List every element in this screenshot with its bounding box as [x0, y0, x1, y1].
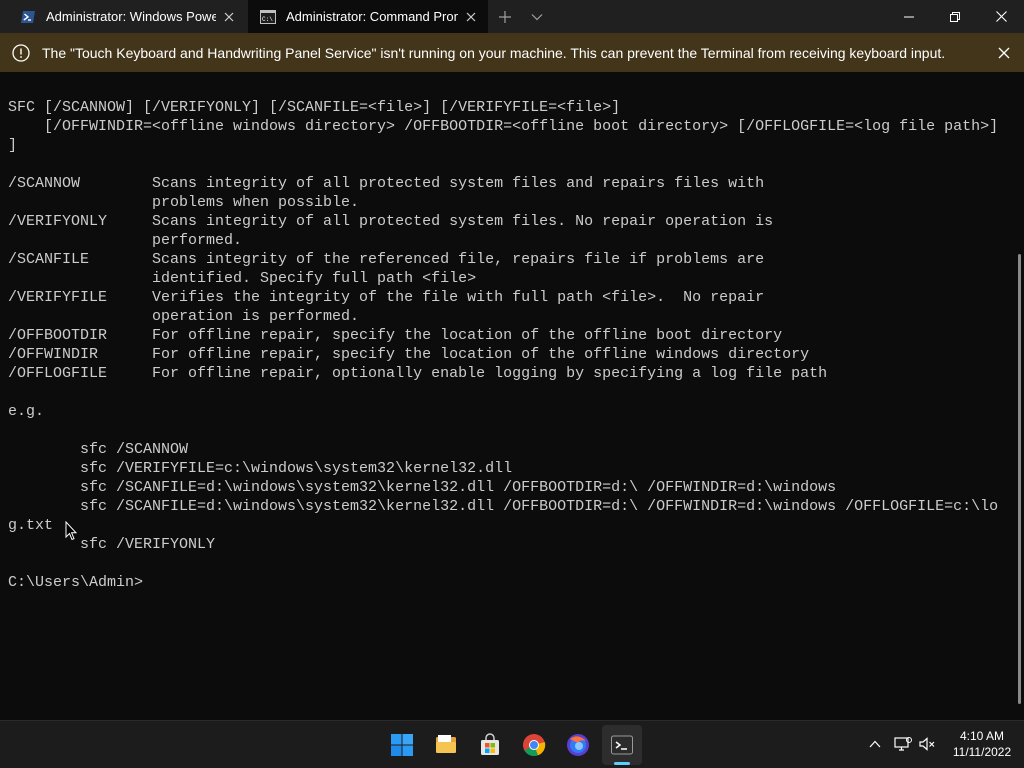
infobar-close-button[interactable]: [991, 40, 1017, 66]
volume-muted-icon: [919, 737, 935, 751]
tab-title: Administrator: Windows PowerShell: [46, 9, 216, 24]
minimize-button[interactable]: [886, 0, 932, 33]
system-clock[interactable]: 4:10 AM 11/11/2022: [942, 728, 1022, 760]
terminal-line: /SCANFILE Scans integrity of the referen…: [8, 251, 765, 268]
terminal-line: SFC [/SCANNOW] [/VERIFYONLY] [/SCANFILE=…: [8, 99, 621, 116]
warning-icon: [12, 43, 30, 62]
terminal-line: sfc /SCANNOW: [8, 441, 189, 458]
minimize-icon: [904, 16, 914, 17]
clock-date: 11/11/2022: [952, 745, 1012, 759]
terminal-line: /OFFLOGFILE For offline repair, optional…: [8, 365, 828, 382]
svg-text:C:\: C:\: [262, 16, 273, 23]
terminal-line: e.g.: [8, 403, 45, 420]
terminal-line: /SCANNOW Scans integrity of all protecte…: [8, 175, 765, 192]
terminal-line: [/OFFWINDIR=<offline windows directory> …: [8, 118, 999, 135]
terminal-window: Administrator: Windows PowerShell C:\ Ad…: [0, 0, 1024, 720]
restore-button[interactable]: [932, 0, 978, 33]
terminal-line: /VERIFYFILE Verifies the integrity of th…: [8, 289, 765, 306]
tab-bar: Administrator: Windows PowerShell C:\ Ad…: [0, 0, 1024, 33]
terminal-output[interactable]: SFC [/SCANNOW] [/VERIFYONLY] [/SCANFILE=…: [8, 98, 1012, 713]
terminal-line: ]: [8, 137, 18, 154]
close-window-button[interactable]: [978, 0, 1024, 33]
network-icon: [894, 737, 912, 751]
close-tab-icon[interactable]: [216, 4, 242, 30]
show-hidden-icons-button[interactable]: [864, 733, 886, 755]
microsoft-store-button[interactable]: [470, 725, 510, 765]
microsoft-store-icon: [481, 733, 499, 755]
terminal-line: /OFFWINDIR For offline repair, specify t…: [8, 346, 810, 363]
terminal-line: sfc /SCANFILE=d:\windows\system32\kernel…: [8, 498, 999, 515]
file-explorer-icon: [436, 735, 456, 753]
firefox-icon: [567, 734, 589, 756]
volume-button[interactable]: [916, 733, 938, 755]
terminal-line: sfc /VERIFYONLY: [8, 536, 216, 553]
terminal-line: /OFFBOOTDIR For offline repair, specify …: [8, 327, 783, 344]
chevron-up-icon: [869, 740, 881, 748]
terminal-line: sfc /SCANFILE=d:\windows\system32\kernel…: [8, 479, 837, 496]
terminal-line: operation is performed.: [8, 308, 360, 325]
terminal-line: performed.: [8, 232, 243, 249]
tab-powershell[interactable]: Administrator: Windows PowerShell: [8, 0, 246, 33]
new-tab-button[interactable]: [490, 4, 520, 30]
close-tab-icon[interactable]: [458, 4, 484, 30]
infobar-message: The "Touch Keyboard and Handwriting Pane…: [42, 44, 946, 61]
restore-icon: [950, 11, 960, 22]
close-icon: [995, 11, 1007, 22]
powershell-icon: [21, 10, 35, 23]
scrollbar[interactable]: [1018, 254, 1021, 704]
file-explorer-button[interactable]: [426, 725, 466, 765]
chrome-button[interactable]: [514, 725, 554, 765]
firefox-button[interactable]: [558, 725, 598, 765]
warning-infobar: The "Touch Keyboard and Handwriting Pane…: [0, 33, 1024, 72]
terminal-line: identified. Specify full path <file>: [8, 270, 477, 287]
network-button[interactable]: [892, 733, 914, 755]
terminal-line: problems when possible.: [8, 194, 360, 211]
terminal-taskbar-button[interactable]: [602, 725, 642, 765]
terminal-line: /VERIFYONLY Scans integrity of all prote…: [8, 213, 774, 230]
active-app-indicator: [614, 762, 630, 765]
chrome-icon: [523, 734, 546, 757]
terminal-line: g.txt: [8, 517, 54, 534]
chevron-down-icon: [531, 14, 543, 21]
terminal-line: C:\Users\Admin>: [8, 574, 144, 591]
start-icon: [391, 734, 413, 756]
mouse-cursor-icon: [65, 521, 77, 541]
terminal-line: sfc /VERIFYFILE=c:\windows\system32\kern…: [8, 460, 513, 477]
terminal-icon: [611, 735, 633, 755]
new-tab-dropdown[interactable]: [522, 4, 552, 30]
taskbar: 4:10 AM 11/11/2022: [0, 720, 1024, 768]
clock-time: 4:10 AM: [959, 729, 1005, 743]
close-icon: [998, 47, 1010, 58]
command-prompt-icon: C:\: [260, 9, 276, 24]
tab-title: Administrator: Command Prompt: [286, 9, 458, 24]
start-button[interactable]: [382, 725, 422, 765]
tab-command-prompt[interactable]: C:\ Administrator: Command Prompt: [248, 0, 488, 33]
plus-icon: [499, 11, 511, 23]
